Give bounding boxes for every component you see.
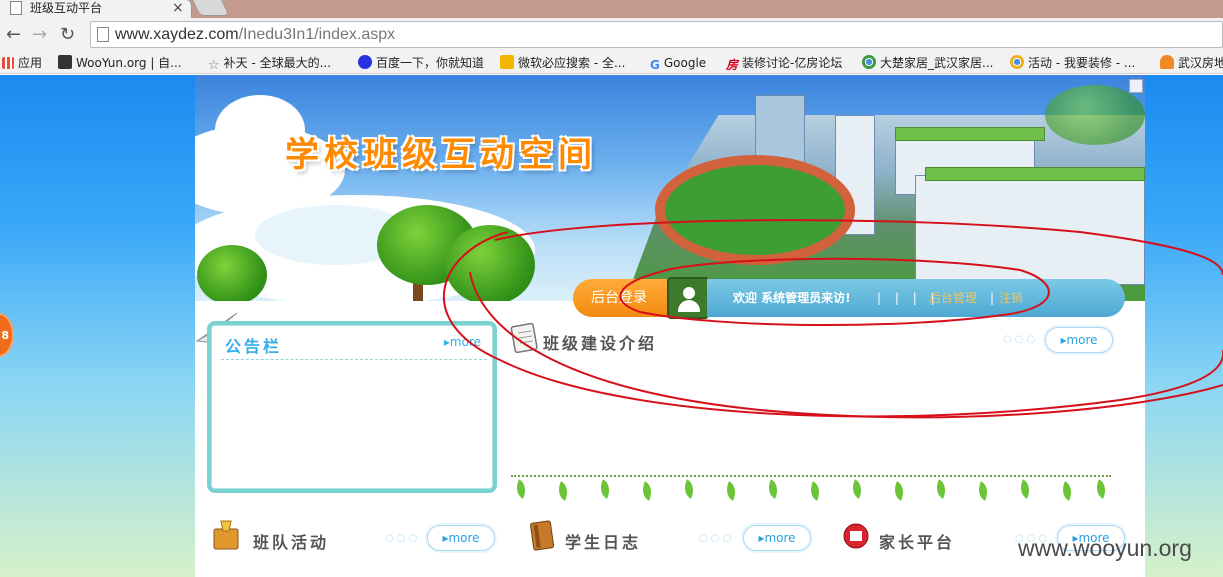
welcome-text: 欢迎 系统管理员来访!: [733, 291, 851, 305]
bookmark-huodong[interactable]: 活动 - 我要装修 - ...: [1010, 55, 1135, 71]
notice-board: 公告栏 ▸more: [207, 321, 497, 493]
welcome-strip: 欢迎 系统管理员来访! | | | | 后台管理 | 注销: [707, 279, 1125, 317]
baidu-paw-icon: [358, 55, 372, 69]
parent-gift-icon: [843, 523, 869, 549]
site-container: 学校班级互动空间 后台登录 欢迎 系统管理员来访! | | | | 后台管理 |…: [195, 75, 1145, 577]
bookmark-yifang[interactable]: 房装修讨论-亿房论坛: [726, 55, 842, 72]
url-text: www.xaydez.com/Inedu3In1/index.aspx: [115, 26, 396, 43]
dots-decoration: ○○○: [385, 533, 421, 544]
notepad-icon: [510, 322, 538, 353]
bookmarks-bar: 应用 WooYun.org | 自... ☆ 补天 - 全球最大的... 百度一下…: [0, 52, 1223, 74]
bookmark-butian[interactable]: ☆ 补天 - 全球最大的...: [208, 55, 331, 73]
login-bar: 后台登录 欢迎 系统管理员来访! | | | | 后台管理 | 注销: [573, 277, 1125, 319]
tree: [197, 245, 267, 301]
diary-book-icon: [530, 520, 555, 551]
class-intro-more-link[interactable]: ▸more: [1045, 327, 1113, 353]
address-bar[interactable]: www.xaydez.com/Inedu3In1/index.aspx: [90, 21, 1223, 48]
team-activity-title: 班队活动: [253, 533, 330, 552]
bookmark-wooyun[interactable]: WooYun.org | 自...: [58, 55, 182, 71]
student-diary-title: 学生日志: [565, 533, 642, 552]
running-track: [655, 155, 855, 265]
notice-more-link[interactable]: ▸more: [444, 335, 481, 349]
dots-decoration: ○○○: [1003, 334, 1039, 345]
class-intro-title: 班级建设介绍: [543, 334, 658, 353]
star-icon: ☆: [208, 58, 220, 73]
side-float-badge[interactable]: 8: [0, 313, 14, 357]
tree: [445, 225, 535, 301]
team-activity-more-link[interactable]: ▸more: [427, 525, 495, 551]
broken-image-icon: [1129, 79, 1143, 93]
dots-decoration: ○○○: [699, 533, 735, 544]
bing-icon: [500, 55, 514, 69]
chrome-circle-icon: [1010, 55, 1024, 69]
award-box-icon: [213, 520, 239, 550]
bookmark-bing[interactable]: 微软必应搜索 - 全...: [500, 55, 625, 71]
page-icon: [97, 27, 109, 42]
bookmark-apps[interactable]: 应用: [2, 55, 42, 71]
tab-close-icon[interactable]: ×: [172, 0, 184, 17]
bookmark-wuhan[interactable]: 武汉房地: [1160, 55, 1223, 71]
user-icon: [667, 277, 709, 319]
bookmark-baidu[interactable]: 百度一下，你就知道: [358, 55, 484, 71]
bookmark-google[interactable]: G Google: [650, 55, 706, 72]
back-icon[interactable]: ←: [6, 24, 21, 46]
fang-icon: 房: [726, 58, 739, 72]
browser-tab[interactable]: 班级互动平台 ×: [0, 0, 192, 18]
page-viewport: 8 学校班级互动空间 后台登录 欢迎 系统管理员来访! | | | | 后台管理…: [0, 75, 1223, 577]
header-banner: 学校班级互动空间: [195, 75, 1145, 301]
site-title: 学校班级互动空间: [285, 135, 597, 175]
building-roof: [925, 167, 1145, 181]
house-icon: [1160, 55, 1174, 69]
new-tab-button[interactable]: [192, 0, 230, 16]
forward-icon[interactable]: →: [32, 24, 47, 46]
notice-title: 公告栏: [225, 337, 283, 356]
apps-grid-icon: [2, 57, 14, 69]
bookmark-dachu[interactable]: 大楚家居_武汉家居...: [862, 55, 993, 71]
chrome-circle-icon: [862, 55, 876, 69]
reload-icon[interactable]: ↻: [60, 24, 75, 46]
divider: [221, 359, 487, 360]
link-separator: |: [990, 291, 995, 305]
wooyun-icon: [58, 55, 72, 69]
page-icon: [10, 1, 22, 15]
tree: [1045, 85, 1145, 145]
admin-manage-link[interactable]: 后台管理: [929, 279, 977, 317]
google-icon: G: [650, 58, 660, 72]
building: [915, 175, 1145, 285]
student-diary-more-link[interactable]: ▸more: [743, 525, 811, 551]
logout-link[interactable]: 注销: [999, 279, 1023, 317]
building-roof: [895, 127, 1045, 141]
parent-platform-title: 家长平台: [879, 533, 956, 552]
tab-strip: 班级互动平台 ×: [0, 0, 1223, 18]
watermark: www.wooyun.org: [1018, 535, 1192, 561]
browser-toolbar: ← → ↻ www.xaydez.com/Inedu3In1/index.asp…: [0, 18, 1223, 52]
tab-title: 班级互动平台: [30, 1, 103, 15]
